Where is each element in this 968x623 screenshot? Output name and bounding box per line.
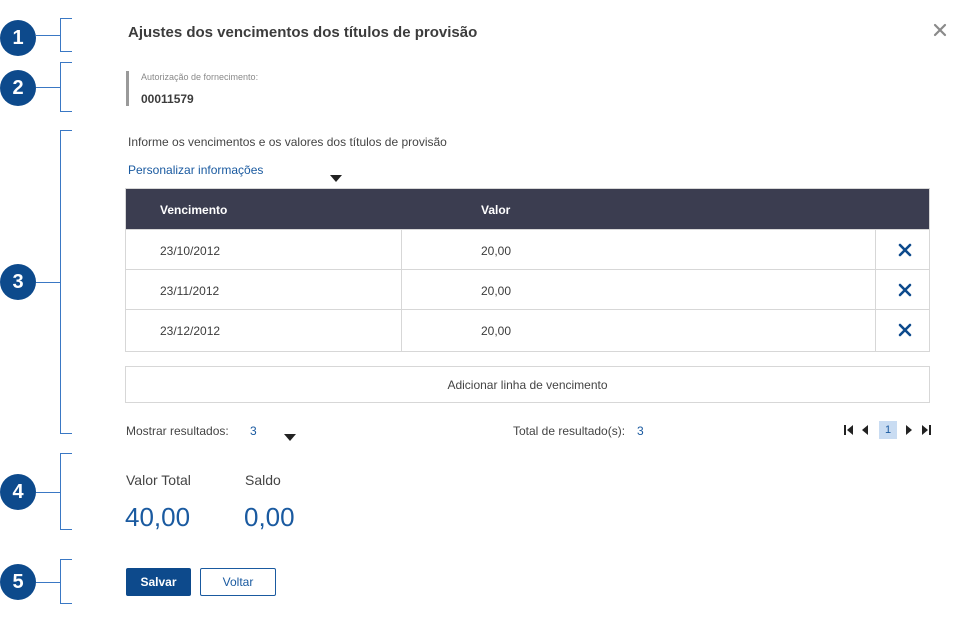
- show-results-label: Mostrar resultados:: [126, 424, 229, 438]
- callout-2: 2: [0, 70, 36, 106]
- header-valor: Valor: [481, 203, 511, 217]
- delete-row-icon[interactable]: [898, 243, 912, 257]
- next-page-icon[interactable]: [903, 421, 915, 439]
- add-line-button[interactable]: Adicionar linha de vencimento: [125, 366, 930, 403]
- bracket-1: [36, 18, 72, 52]
- balance-value: 0,00: [244, 502, 295, 532]
- authorization-block: Autorização de fornecimento: 00011579: [126, 71, 258, 106]
- total-value: 40,00: [125, 502, 191, 532]
- caret-down-icon[interactable]: [330, 169, 342, 182]
- last-page-icon[interactable]: [920, 421, 932, 439]
- first-page-icon[interactable]: [843, 421, 855, 439]
- back-button[interactable]: Voltar: [200, 568, 276, 596]
- total-results-label: Total de resultado(s):: [513, 424, 626, 438]
- bracket-5: [36, 559, 72, 604]
- instructions-text: Informe os vencimentos e os valores dos …: [128, 135, 447, 149]
- table-row: 23/11/2012 20,00: [126, 269, 929, 309]
- bracket-3: [36, 130, 72, 434]
- prev-page-icon[interactable]: [859, 421, 871, 439]
- cell-valor: 20,00: [481, 284, 512, 298]
- caret-down-icon[interactable]: [284, 428, 296, 441]
- table-header: Vencimento Valor: [126, 189, 929, 229]
- cell-valor: 20,00: [481, 244, 512, 258]
- due-dates-table: Vencimento Valor 23/10/2012 20,00 23/11/…: [125, 188, 930, 352]
- cell-valor: 20,00: [481, 324, 512, 338]
- delete-row-icon[interactable]: [898, 283, 912, 297]
- page-number-current[interactable]: 1: [879, 421, 897, 439]
- total-results-value: 3: [637, 424, 644, 438]
- personalize-link[interactable]: Personalizar informações: [128, 163, 263, 177]
- callout-4: 4: [0, 474, 36, 510]
- header-vencimento: Vencimento: [160, 203, 228, 217]
- cell-vencimento: 23/11/2012: [160, 284, 220, 298]
- callout-3: 3: [0, 264, 36, 300]
- callout-1: 1: [0, 20, 36, 56]
- authorization-value: 00011579: [141, 92, 194, 106]
- close-icon[interactable]: [930, 20, 950, 40]
- table-row: 23/10/2012 20,00: [126, 229, 929, 269]
- dialog-title: Ajustes dos vencimentos dos títulos de p…: [128, 24, 478, 41]
- show-results-value[interactable]: 3: [250, 424, 257, 438]
- balance-label: Saldo: [245, 472, 281, 488]
- save-button[interactable]: Salvar: [126, 568, 191, 596]
- cell-vencimento: 23/10/2012: [160, 244, 221, 258]
- authorization-label: Autorização de fornecimento:: [141, 72, 259, 82]
- table-row: 23/12/2012 20,00: [126, 309, 929, 351]
- total-value-label: Valor Total: [126, 472, 191, 488]
- cell-vencimento: 23/12/2012: [160, 324, 221, 338]
- delete-row-icon[interactable]: [898, 323, 912, 337]
- bracket-2: [36, 62, 72, 112]
- bracket-4: [36, 453, 72, 530]
- callout-5: 5: [0, 564, 36, 600]
